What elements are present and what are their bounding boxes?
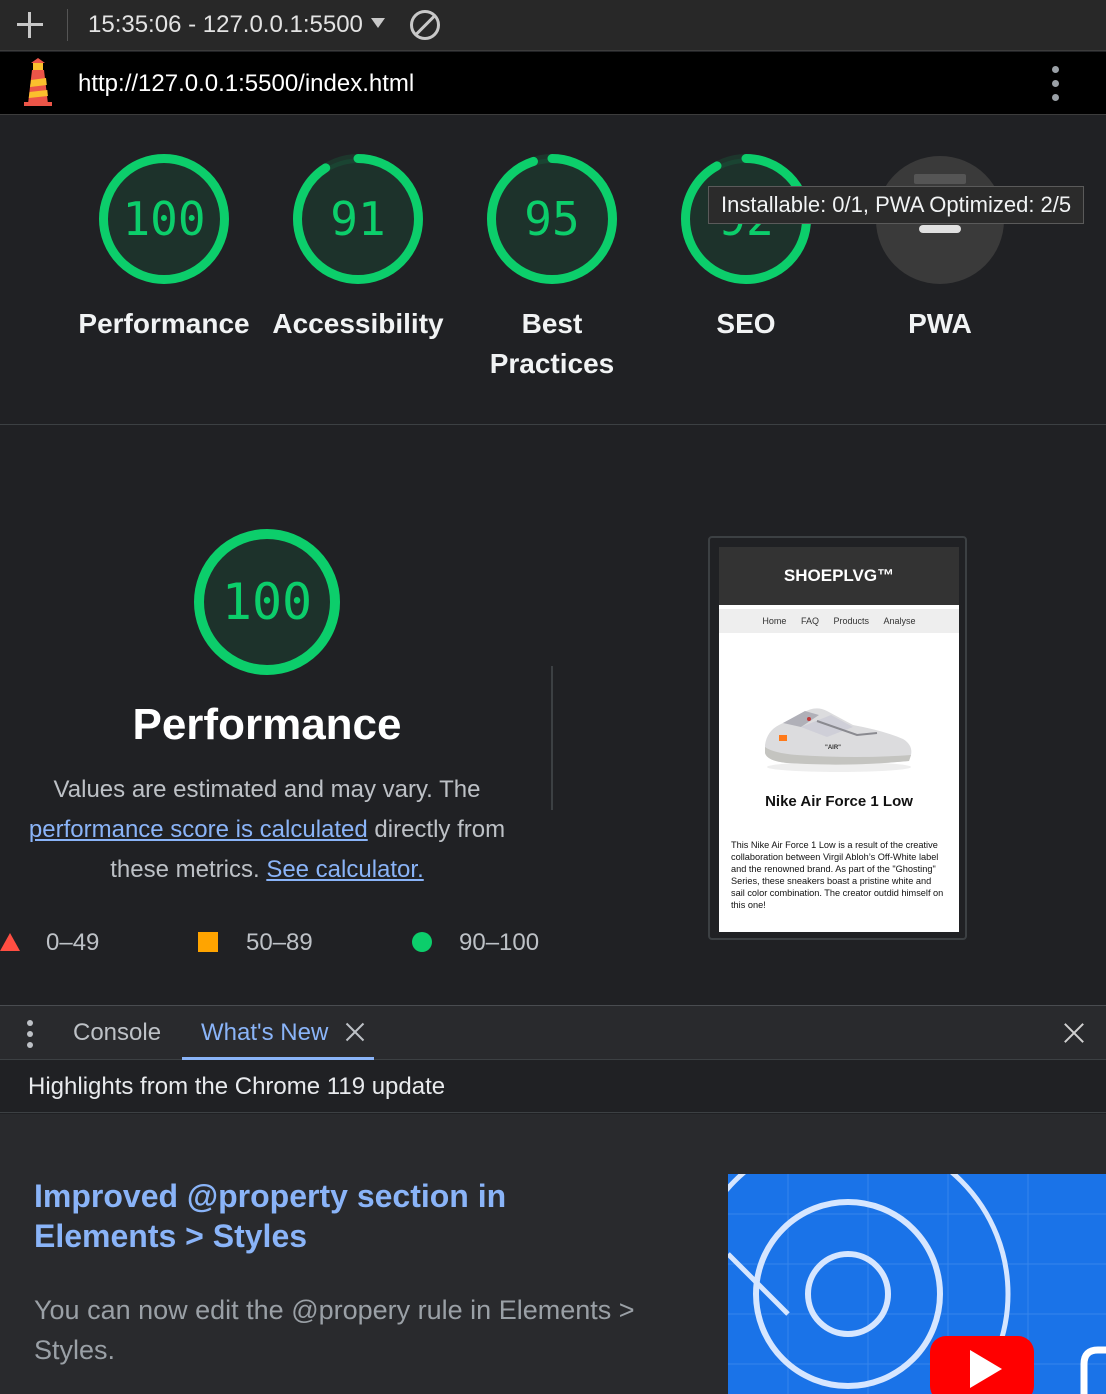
legend-average-label: 50–89 [246, 929, 313, 956]
tab-console[interactable]: Console [73, 1006, 161, 1060]
whats-new-feature: Improved @property section in Elements >… [0, 1114, 1106, 1394]
screenshot-nav: Home FAQ Products Analyse [719, 609, 959, 633]
legend-pass: 90–100 [412, 926, 552, 960]
screenshot-nav-item: FAQ [800, 616, 819, 626]
pwa-dash-icon [919, 225, 961, 233]
drawer-tabbar: Console What's New [0, 1005, 1106, 1060]
screenshot-brand: SHOEPLVG™ [719, 547, 959, 605]
pwa-tooltip: Installable: 0/1, PWA Optimized: 2/5 [708, 186, 1085, 224]
more-vert-icon[interactable] [1048, 66, 1064, 102]
report-toolbar: 15:35:06 - 127.0.0.1:5500 [0, 0, 1106, 51]
clear-block-icon[interactable] [410, 10, 440, 40]
square-icon [198, 932, 218, 952]
gauge-label-seo: SEO [716, 308, 776, 339]
legend-average: 50–89 [198, 926, 338, 960]
close-icon[interactable] [1063, 1022, 1085, 1044]
feature-description: You can now edit the @propery rule in El… [34, 1295, 635, 1365]
screenshot-page: SHOEPLVG™ Home FAQ Products Analyse "AIR… [719, 547, 959, 932]
feature-title-link[interactable]: Improved @property section in Elements >… [34, 1176, 554, 1256]
screenshot-nav-item: Home [762, 616, 787, 626]
more-vert-icon[interactable] [23, 1020, 37, 1048]
desc-text-1: Values are estimated and may vary. The [53, 776, 481, 803]
gauge-performance[interactable]: 100 [99, 154, 229, 284]
shoe-label: "AIR" [825, 745, 841, 751]
gauge-label-accessibility: Accessibility [272, 308, 444, 339]
gauge-label-best-practices: Best Practices [489, 308, 615, 379]
lighthouse-logo-icon [24, 58, 52, 106]
screenshot-nav-item: Analyse [883, 616, 916, 626]
report-url: http://127.0.0.1:5500/index.html [78, 70, 415, 97]
gauge-best-practices[interactable]: 95 [487, 154, 617, 284]
legend-pass-label: 90–100 [459, 929, 540, 956]
screenshot-nav-item: Products [833, 616, 870, 626]
vertical-divider [551, 666, 553, 810]
performance-gauge-large[interactable]: 100 [194, 529, 340, 675]
plus-icon[interactable] [14, 9, 46, 41]
highlights-title: Highlights from the Chrome 119 update [28, 1073, 446, 1100]
gauge-score: 91 [330, 192, 386, 246]
triangle-icon [0, 933, 20, 951]
section-divider [0, 424, 1106, 425]
legend-fail: 0–49 [0, 926, 120, 960]
gauge-label-performance: Performance [78, 308, 250, 339]
dropdown-caret-icon[interactable] [371, 18, 385, 28]
sneaker-image: "AIR" [765, 708, 912, 772]
report-selector[interactable]: 15:35:06 - 127.0.0.1:5500 [88, 11, 363, 39]
video-thumbnail[interactable] [728, 1174, 1106, 1394]
toolbar-divider [67, 9, 68, 41]
circle-icon [412, 932, 432, 952]
close-icon[interactable] [345, 1022, 365, 1042]
pwa-badge-text [914, 174, 966, 184]
highlights-header: Highlights from the Chrome 119 update [0, 1061, 1106, 1113]
performance-description: Values are estimated and may vary. The p… [0, 770, 534, 890]
gauge-label-pwa: PWA [908, 308, 972, 339]
legend-fail-label: 0–49 [46, 929, 100, 956]
screenshot-product-desc: This Nike Air Force 1 Low is a result of… [731, 840, 944, 911]
gauge-accessibility[interactable]: 91 [293, 154, 423, 284]
gauge-score: 100 [122, 192, 206, 246]
see-calculator-link[interactable]: See calculator. [266, 856, 423, 883]
screenshot-product-name: Nike Air Force 1 Low [765, 793, 913, 810]
score-calculated-link[interactable]: performance score is calculated [29, 816, 368, 843]
gauge-score: 95 [524, 192, 580, 246]
performance-score: 100 [221, 573, 313, 631]
report-url-bar: http://127.0.0.1:5500/index.html [0, 52, 1106, 115]
final-screenshot[interactable]: SHOEPLVG™ Home FAQ Products Analyse "AIR… [708, 536, 967, 940]
performance-title: Performance [132, 700, 402, 749]
